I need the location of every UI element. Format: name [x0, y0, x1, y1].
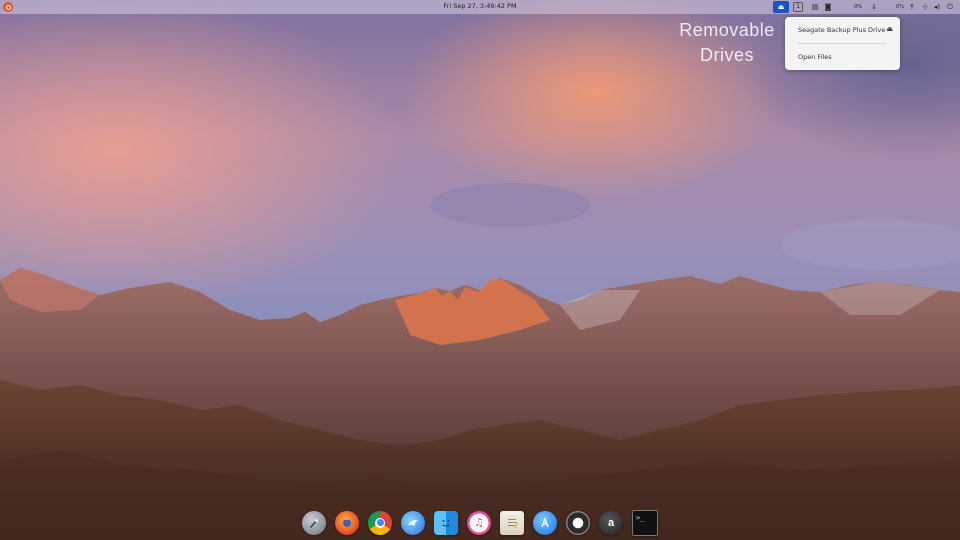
- network-up-indicator[interactable]: ↑: [908, 1, 916, 13]
- overlay-caption-line-1: Removable: [679, 20, 775, 40]
- removable-drives-indicator[interactable]: ⏏: [773, 1, 789, 13]
- ubuntu-logo-icon[interactable]: [3, 2, 13, 12]
- clock[interactable]: Fri Sep 27, 3:49:42 PM: [430, 2, 530, 10]
- screenshot-indicator[interactable]: ◙: [822, 1, 834, 13]
- chrome-icon[interactable]: [368, 510, 392, 535]
- volume-indicator[interactable]: ◂): [932, 1, 942, 13]
- bird-icon[interactable]: [401, 510, 425, 535]
- volume-icon: ◂): [933, 3, 941, 11]
- cpu-indicator[interactable]: 0%: [848, 1, 868, 13]
- workspace-indicator[interactable]: 1: [791, 1, 805, 13]
- memory-label: 0%: [896, 4, 904, 10]
- network-icon: ⊹: [922, 3, 928, 11]
- amazon-icon[interactable]: a: [599, 510, 623, 535]
- eject-icon[interactable]: ⏏: [886, 25, 893, 33]
- eject-icon: ⏏: [777, 3, 785, 11]
- arrow-up-icon: ↑: [909, 3, 915, 11]
- menu-item-open-files[interactable]: Open Files: [798, 53, 832, 61]
- rocket-icon[interactable]: [302, 510, 326, 535]
- terminal-icon[interactable]: >_: [632, 509, 658, 536]
- menu-separator: [797, 43, 886, 44]
- firefox-icon[interactable]: [335, 510, 359, 535]
- top-panel: Fri Sep 27, 3:49:42 PM ⏏ 1 ▤ ◙ 0% ↓ 0% ↑…: [0, 0, 960, 14]
- camera-icon: ◙: [824, 3, 832, 11]
- overlay-caption: Removable Drives: [672, 18, 782, 68]
- arrow-down-icon: ↓: [871, 3, 877, 11]
- power-icon: ⏻: [947, 2, 953, 11]
- drive-name: Seagate Backup Plus Drive: [798, 26, 886, 34]
- workspace-number: 1: [793, 2, 803, 12]
- gear-icon[interactable]: [566, 510, 590, 535]
- power-menu[interactable]: ⏻: [944, 1, 956, 13]
- download-indicator[interactable]: ▤: [808, 1, 822, 13]
- removable-drives-menu: Seagate Backup Plus Drive ⏏ Open Files: [785, 17, 900, 70]
- document-icon[interactable]: [500, 510, 524, 535]
- menu-item-seagate-drive[interactable]: Seagate Backup Plus Drive ⏏: [798, 25, 893, 36]
- cpu-label: 0%: [854, 4, 862, 10]
- dock: ♫ a >_: [298, 505, 662, 540]
- network-down-indicator[interactable]: ↓: [870, 1, 878, 13]
- overlay-caption-line-2: Drives: [699, 45, 754, 65]
- memory-indicator[interactable]: 0%: [890, 1, 910, 13]
- app-store-icon[interactable]: [533, 510, 557, 535]
- download-icon: ▤: [811, 3, 819, 11]
- desktop-wallpaper: [0, 0, 960, 540]
- finder-icon[interactable]: [434, 510, 458, 535]
- music-icon[interactable]: ♫: [467, 510, 491, 535]
- network-indicator[interactable]: ⊹: [920, 1, 930, 13]
